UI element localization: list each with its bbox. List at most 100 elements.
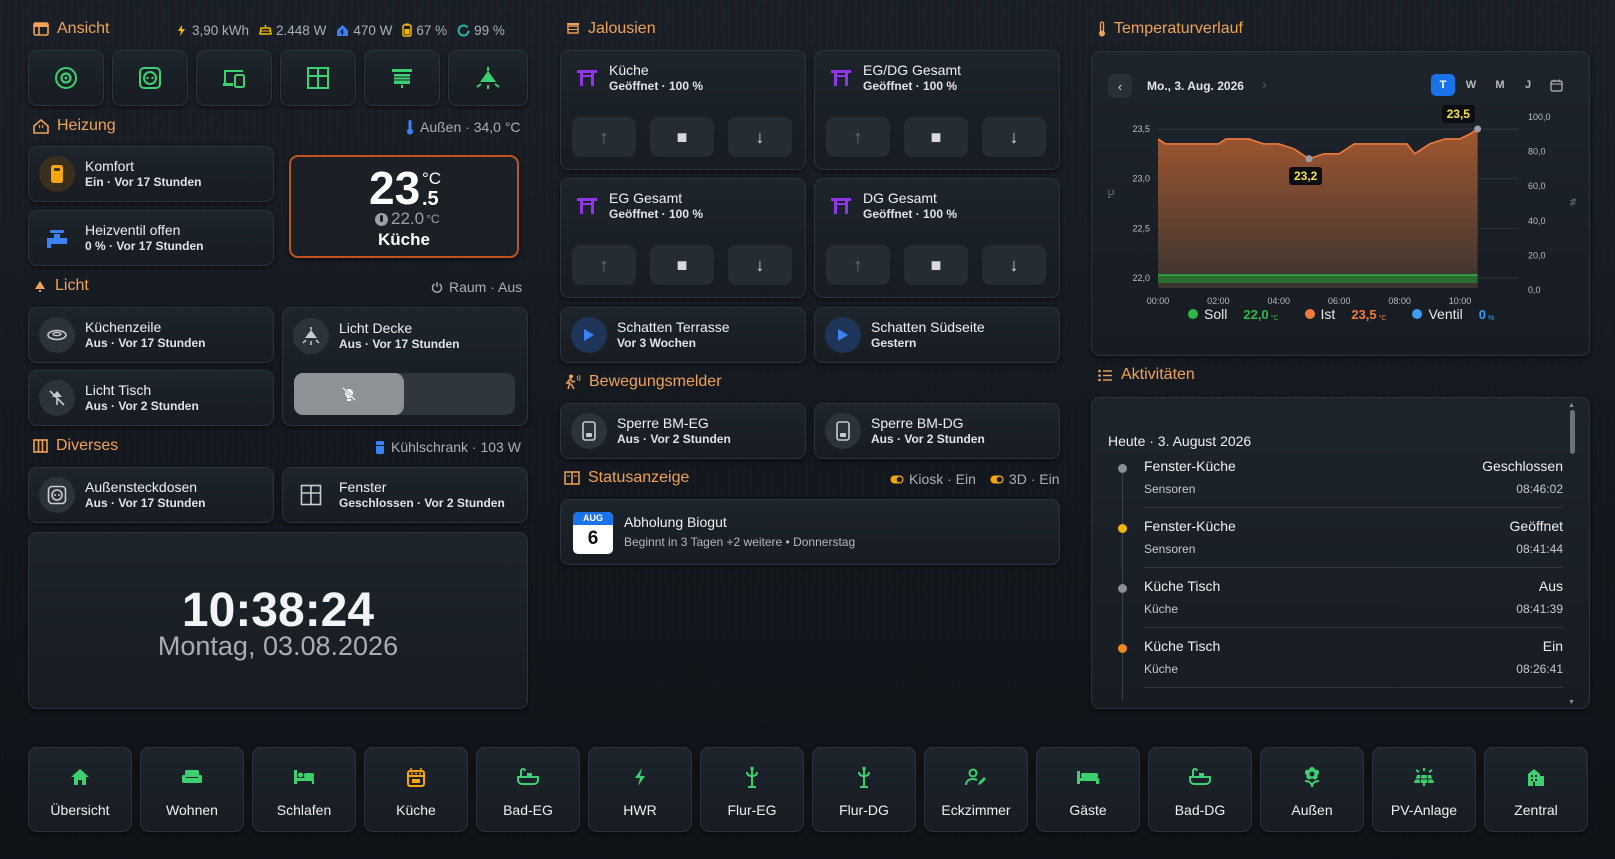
- view-button-blinds[interactable]: [364, 50, 440, 106]
- stat-solar-energy[interactable]: 3,90 kWh: [175, 23, 249, 38]
- nav-tab-schlafen[interactable]: Schlafen: [252, 747, 356, 832]
- blind-down-button[interactable]: ↓: [982, 245, 1046, 285]
- status-display-icon: [564, 471, 580, 485]
- nav-tab-eckzimmer[interactable]: Eckzimmer: [924, 747, 1028, 832]
- tile-sperre-bm-eg[interactable]: Sperre BM-EG Aus · Vor 2 Stunden: [560, 403, 806, 459]
- scene-schatten-suedseite[interactable]: Schatten Südseite Gestern: [814, 307, 1060, 363]
- calendar-event-card[interactable]: AUG 6 Abholung Biogut Beginnt in 3 Tagen…: [560, 499, 1060, 565]
- scene-schatten-terrasse[interactable]: Schatten Terrasse Vor 3 Wochen: [560, 307, 806, 363]
- target-thermostat-icon: [375, 212, 388, 226]
- view-button-windows[interactable]: [280, 50, 356, 106]
- stat-house-power[interactable]: 470 W: [336, 23, 392, 38]
- room-light-state[interactable]: Raum · Aus: [431, 276, 522, 298]
- nav-tab-zentral[interactable]: Zentral: [1484, 747, 1588, 832]
- stat-autarky[interactable]: 99 %: [457, 23, 505, 38]
- blind-up-button[interactable]: ↑: [826, 117, 890, 157]
- tile-licht-tisch[interactable]: Licht Tisch Aus · Vor 2 Stunden: [28, 370, 274, 426]
- stove-icon: [406, 766, 426, 788]
- activity-item[interactable]: Küche Tisch Küche Aus 08:41:39: [1092, 576, 1589, 636]
- nav-tab-bad-eg[interactable]: Bad-EG: [476, 747, 580, 832]
- blind-up-button[interactable]: ↑: [572, 245, 636, 285]
- view-button-overview[interactable]: [28, 50, 104, 106]
- 3d-toggle[interactable]: 3D · Ein: [990, 471, 1060, 487]
- blind-stop-button[interactable]: ■: [650, 117, 714, 157]
- tile-fenster[interactable]: Fenster Geschlossen · Vor 2 Stunden: [282, 467, 528, 523]
- view-button-devices[interactable]: [196, 50, 272, 106]
- legend-ventil[interactable]: Ventil 0%: [1412, 306, 1494, 322]
- scroll-up-arrow[interactable]: ▲: [1568, 402, 1575, 409]
- legend-ist[interactable]: Ist 23,5 °C: [1304, 306, 1386, 322]
- activity-name: Fenster-Küche: [1144, 458, 1236, 474]
- scrollbar-thumb[interactable]: [1570, 410, 1575, 454]
- tile-name: Sperre BM-EG: [617, 414, 709, 431]
- tile-aussensteckdosen[interactable]: Außensteckdosen Aus · Vor 17 Stunden: [28, 467, 274, 523]
- blind-down-button[interactable]: ↓: [728, 245, 792, 285]
- blind-eg-gesamt[interactable]: EG Gesamt Geöffnet · 100 % ↑ ■ ↓: [560, 178, 806, 298]
- tile-sperre-bm-dg[interactable]: Sperre BM-DG Aus · Vor 2 Stunden: [814, 403, 1060, 459]
- nav-tab-gäste[interactable]: Gäste: [1036, 747, 1140, 832]
- y-tick-label: 23,0: [1132, 174, 1150, 184]
- tile-kuechenzeile[interactable]: Küchenzeile Aus · Vor 17 Stunden: [28, 307, 274, 363]
- nav-tab-label: Gäste: [1069, 802, 1107, 818]
- tile-state: Aus · Vor 17 Stunden: [339, 337, 460, 352]
- blind-stop-button[interactable]: ■: [904, 245, 968, 285]
- nav-tab-label: Außen: [1291, 802, 1333, 818]
- legend-dot: [1188, 309, 1198, 319]
- nav-tab-label: Schlafen: [276, 802, 332, 818]
- nav-tab-bad-dg[interactable]: Bad-DG: [1148, 747, 1252, 832]
- activity-log[interactable]: Heute · 3. August 2026 ▲ ▼ Fenster-Küche…: [1091, 397, 1590, 709]
- activity-name: Fenster-Küche: [1144, 518, 1236, 534]
- view-button-sockets[interactable]: [112, 50, 188, 106]
- tile-licht-decke[interactable]: Licht Decke Aus · Vor 17 Stunden: [282, 307, 528, 426]
- legend-soll[interactable]: Soll 22,0 °C: [1188, 306, 1279, 322]
- blind-dg-gesamt[interactable]: DG Gesamt Geöffnet · 100 % ↑ ■ ↓: [814, 178, 1060, 298]
- activity-state: Geöffnet: [1509, 518, 1563, 534]
- blind-stop-button[interactable]: ■: [904, 117, 968, 157]
- blind-egdg-gesamt[interactable]: EG/DG Gesamt Geöffnet · 100 % ↑ ■ ↓: [814, 50, 1060, 170]
- activity-state: Ein: [1542, 638, 1563, 654]
- min-point[interactable]: [1305, 155, 1313, 163]
- activity-item[interactable]: Küche Tisch Küche Ein 08:26:41: [1092, 636, 1589, 696]
- nav-tab-flur-eg[interactable]: Flur-EG: [700, 747, 804, 832]
- thermostat-card[interactable]: 23 °C .5 22.0 °C Küche: [289, 155, 519, 258]
- max-point[interactable]: [1474, 125, 1482, 133]
- stat-battery[interactable]: 67 %: [402, 23, 447, 38]
- nav-tab-außen[interactable]: Außen: [1260, 747, 1364, 832]
- divider: [1144, 507, 1563, 508]
- nav-tab-küche[interactable]: Küche: [364, 747, 468, 832]
- nav-tab-label: Übersicht: [50, 802, 110, 818]
- blind-down-button[interactable]: ↓: [728, 117, 792, 157]
- tile-state: Aus · Vor 17 Stunden: [85, 496, 206, 511]
- brightness-slider[interactable]: [294, 373, 515, 415]
- blind-up-button[interactable]: ↑: [826, 245, 890, 285]
- ist-area: [1158, 128, 1478, 288]
- nav-tab-übersicht[interactable]: Übersicht: [28, 747, 132, 832]
- blind-state: Geöffnet · 100 %: [609, 207, 704, 222]
- activity-name: Küche Tisch: [1144, 638, 1221, 654]
- brightness-slider-handle[interactable]: [294, 373, 404, 415]
- scroll-down-arrow[interactable]: ▼: [1568, 699, 1575, 706]
- blind-up-button[interactable]: ↑: [572, 117, 636, 157]
- stat-solar-power[interactable]: 2.448 W: [259, 23, 326, 38]
- activity-item[interactable]: Fenster-Küche Sensoren Geschlossen 08:46…: [1092, 456, 1589, 516]
- nav-tab-hwr[interactable]: HWR: [588, 747, 692, 832]
- blind-down-button[interactable]: ↓: [982, 117, 1046, 157]
- activity-area: Küche: [1144, 602, 1179, 616]
- kiosk-toggle[interactable]: Kiosk · Ein: [890, 471, 976, 487]
- person-edit-icon: [965, 766, 987, 788]
- tile-komfort[interactable]: Komfort Ein · Vor 17 Stunden: [28, 146, 274, 202]
- calendar-month: AUG: [573, 512, 613, 525]
- y-tick-label: 22,5: [1132, 223, 1150, 233]
- fridge-power: Kühlschrank · 103 W: [375, 436, 521, 458]
- blind-kueche[interactable]: Küche Geöffnet · 100 % ↑ ■ ↓: [560, 50, 806, 170]
- tile-heizventil[interactable]: Heizventil offen 0 % · Vor 17 Stunden: [28, 210, 274, 266]
- activity-item[interactable]: Fenster-Küche Sensoren Geöffnet 08:41:44: [1092, 516, 1589, 576]
- valve-icon: [39, 220, 75, 256]
- nav-tab-wohnen[interactable]: Wohnen: [140, 747, 244, 832]
- legend-dot: [1304, 309, 1315, 319]
- blind-stop-button[interactable]: ■: [650, 245, 714, 285]
- nav-tab-flur-dg[interactable]: Flur-DG: [812, 747, 916, 832]
- nav-tab-label: Flur-DG: [839, 802, 889, 818]
- nav-tab-pv-anlage[interactable]: PV-Anlage: [1372, 747, 1476, 832]
- view-button-lights[interactable]: [448, 50, 528, 106]
